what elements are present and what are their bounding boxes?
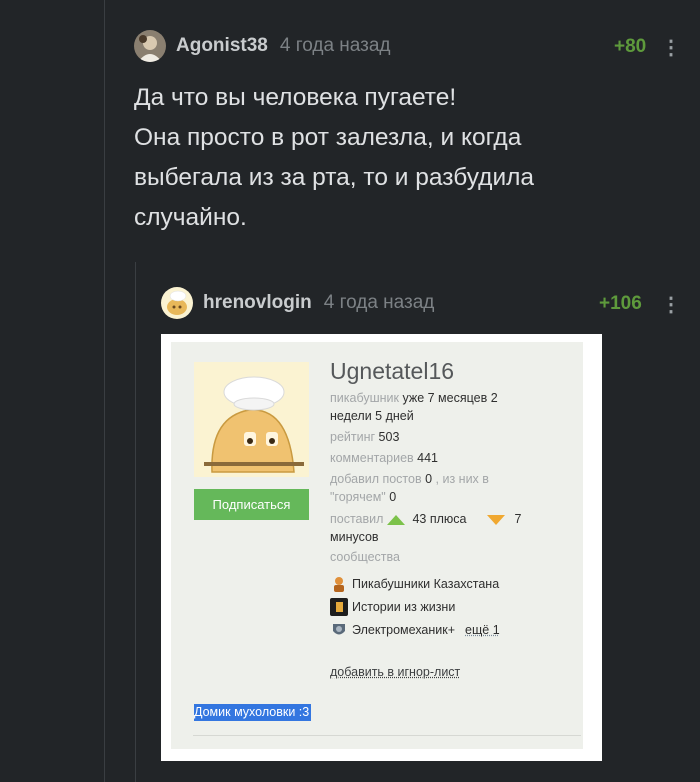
- comment-text: Да что вы человека пугаете! Она просто в…: [134, 78, 654, 238]
- avatar[interactable]: [161, 287, 193, 319]
- voted-label: поставил: [330, 512, 384, 526]
- comments-label: комментариев: [330, 451, 414, 465]
- plus-triangle-icon: [387, 514, 406, 525]
- reply-rating: +106: [599, 293, 642, 314]
- more-options-icon[interactable]: ⋮: [661, 35, 681, 60]
- rating-value: 503: [378, 430, 400, 444]
- comment-header: Agonist38 4 года назад: [134, 30, 391, 62]
- thread-line: [104, 0, 105, 782]
- community-label: Электромеханик+: [352, 623, 456, 637]
- community-label: Истории из жизни: [352, 600, 456, 614]
- thread-line-nested: [135, 262, 136, 782]
- profile-posts: добавил постов 0 , из них в: [330, 471, 550, 488]
- attached-image[interactable]: Подписаться Ugnetatel16 пикабушник уже 7…: [161, 334, 602, 761]
- minus-triangle-icon: [487, 514, 506, 525]
- profile-votes: поставил 43 плюса 7: [330, 511, 550, 528]
- divider: [193, 735, 581, 736]
- hot-value: 0: [389, 490, 397, 504]
- posts-value: 0: [425, 472, 433, 486]
- profile-hot: "горячем" 0: [330, 489, 550, 506]
- profile-age-cont: недели 5 дней: [330, 408, 550, 425]
- pikabu-value: уже 7 месяцев 2: [402, 391, 498, 405]
- comment-text-line: Да что вы человека пугаете!: [134, 84, 457, 111]
- profile-card: Подписаться Ugnetatel16 пикабушник уже 7…: [171, 342, 583, 749]
- comments-value: 441: [417, 451, 439, 465]
- reply-username[interactable]: hrenovlogin: [203, 292, 312, 314]
- community-stories-icon: [330, 598, 348, 616]
- community-item[interactable]: Истории из жизни: [330, 598, 455, 616]
- hot-label: "горячем": [330, 490, 386, 504]
- comment-text-line: Она просто в рот залезла, и когда: [134, 124, 522, 151]
- comment-text-line: случайно.: [134, 204, 247, 231]
- profile-rating: рейтинг 503: [330, 429, 550, 446]
- minus-value: 7: [514, 512, 522, 526]
- plus-value: 43 плюса: [412, 512, 467, 526]
- profile-name[interactable]: Ugnetatel16: [330, 358, 454, 385]
- reply-time: 4 года назад: [323, 292, 435, 313]
- comment-rating: +80: [614, 36, 647, 57]
- communities-label: сообщества: [330, 550, 400, 564]
- community-kazakhstan-icon: [330, 575, 348, 593]
- profile-avatar: [194, 362, 309, 477]
- community-electro-icon: [330, 621, 348, 639]
- communities-heading: сообщества: [330, 549, 550, 566]
- more-options-icon[interactable]: ⋮: [661, 292, 681, 317]
- posts-mid: , из них в: [435, 472, 489, 486]
- posts-label: добавил постов: [330, 472, 422, 486]
- more-communities-link[interactable]: ещё 1: [465, 623, 500, 637]
- pikabu-label: пикабушник: [330, 391, 399, 405]
- reply-header: hrenovlogin 4 года назад: [161, 287, 434, 319]
- profile-note: Домик мухоловки :3: [194, 704, 312, 721]
- rating-label: рейтинг: [330, 430, 376, 444]
- subscribe-button[interactable]: Подписаться: [194, 489, 309, 520]
- avatar[interactable]: [134, 30, 166, 62]
- comment-text-line: выбегала из за рта, то и разбудила: [134, 164, 535, 191]
- profile-minus-cont: минусов: [330, 529, 550, 546]
- community-label: Пикабушники Казахстана: [352, 577, 500, 591]
- profile-comments: комментариев 441: [330, 450, 550, 467]
- profile-age: пикабушник уже 7 месяцев 2: [330, 390, 550, 407]
- comment-username[interactable]: Agonist38: [176, 35, 268, 57]
- community-item[interactable]: Электромеханик+ ещё 1: [330, 621, 500, 639]
- minus-label: минусов: [330, 530, 379, 544]
- comment-time: 4 года назад: [279, 35, 391, 56]
- community-item[interactable]: Пикабушники Казахстана: [330, 575, 499, 593]
- add-to-ignore-link[interactable]: добавить в игнор-лист: [330, 665, 460, 679]
- pikabu-value: недели 5 дней: [330, 409, 414, 423]
